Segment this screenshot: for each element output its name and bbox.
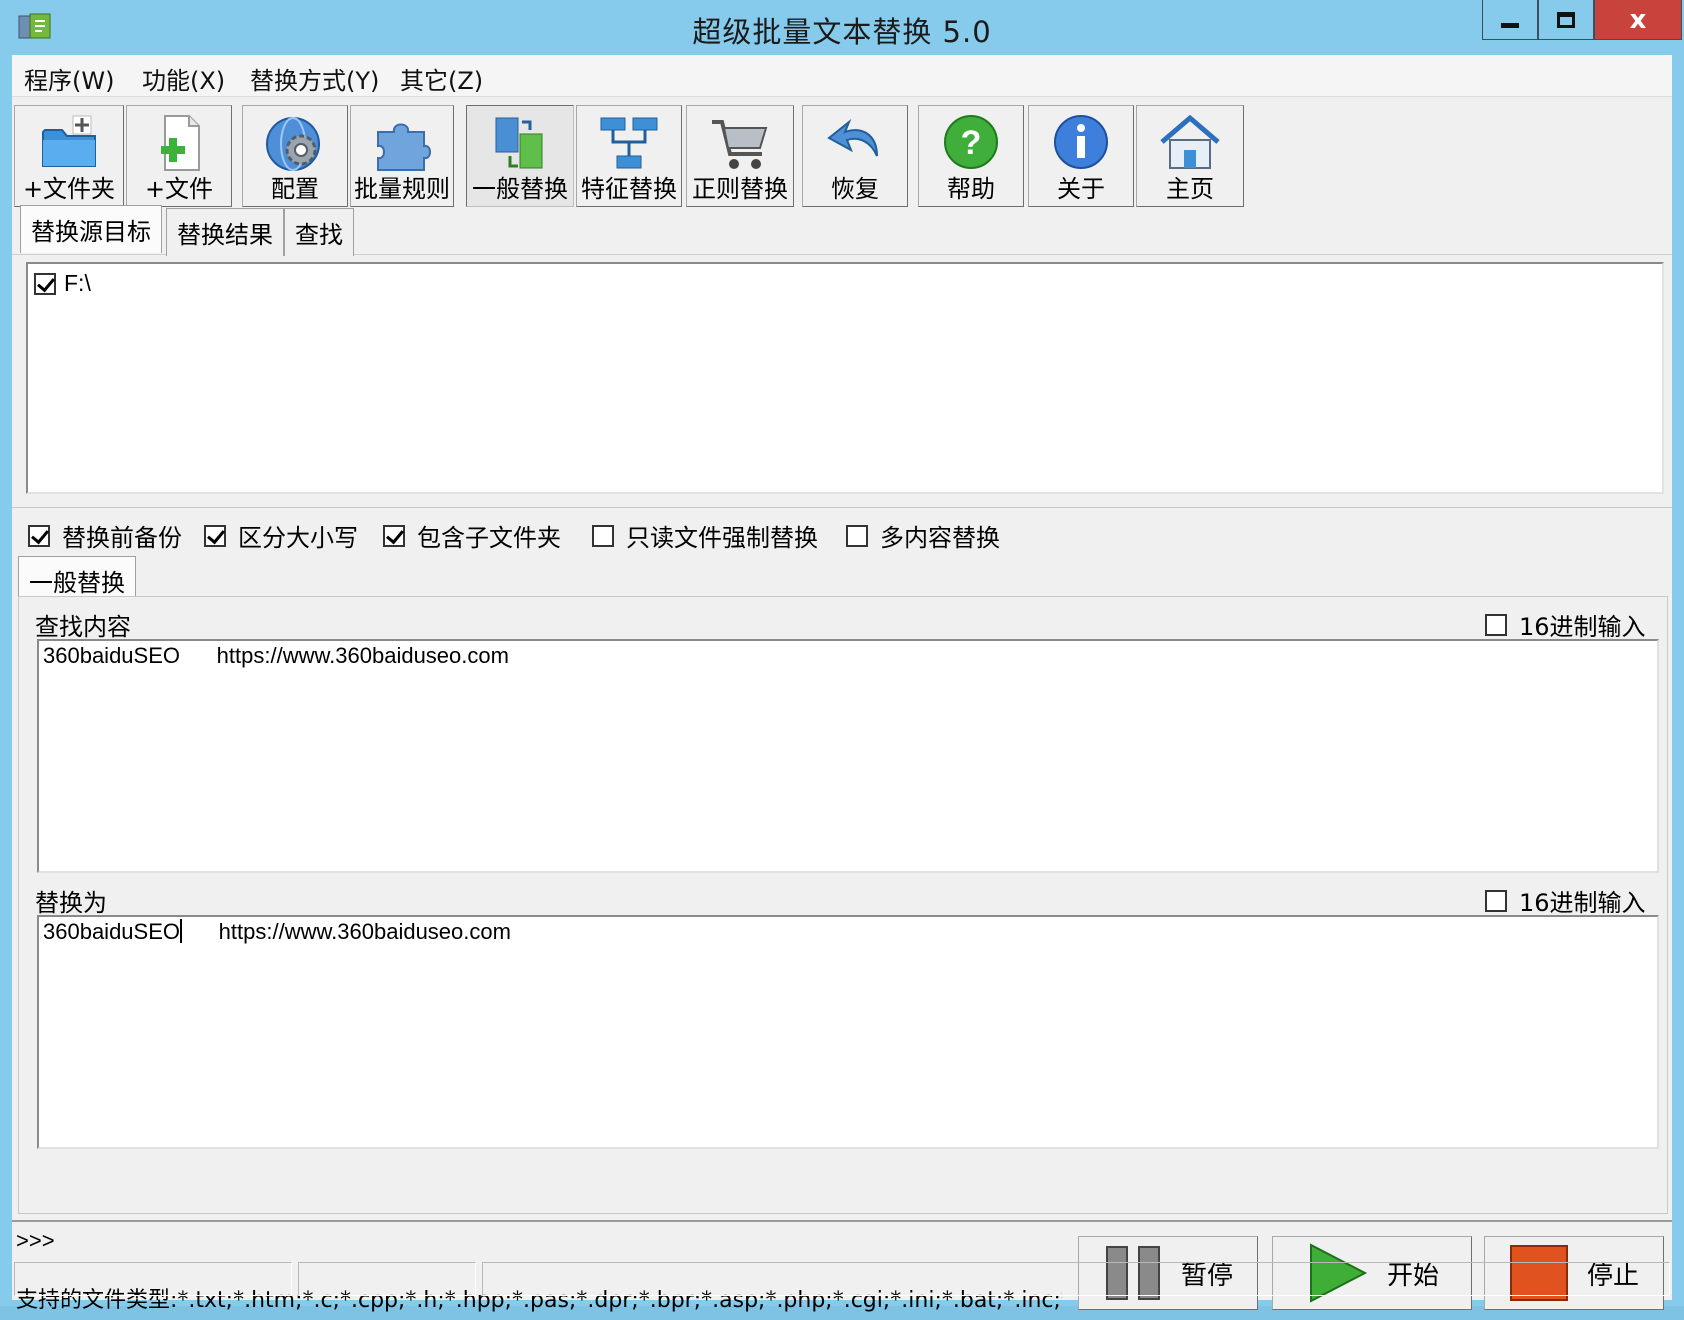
close-button[interactable]: x: [1594, 0, 1682, 40]
folder-add-icon: [42, 115, 96, 167]
file-add-icon: [161, 115, 200, 171]
replace-input[interactable]: 360baiduSEO https://www.360baiduseo.com: [37, 915, 1659, 1149]
tab-source-target[interactable]: 替换源目标: [20, 205, 162, 253]
tab-replace-result[interactable]: 替换结果: [166, 208, 284, 256]
normal-replace-button[interactable]: 一般替换: [466, 105, 574, 207]
status-cell-2: [298, 1262, 476, 1296]
find-hex-option[interactable]: 16进制输入: [1485, 607, 1646, 642]
menu-other[interactable]: 其它(Z): [396, 61, 487, 96]
case-label: 区分大小写: [238, 524, 358, 552]
home-button[interactable]: 主页: [1136, 105, 1244, 207]
status-bar: [12, 1262, 1672, 1300]
minimize-button[interactable]: [1482, 0, 1538, 40]
window-title: 超级批量文本替换 5.0: [692, 15, 992, 49]
config-button[interactable]: 配置: [242, 105, 348, 207]
swap-docs-icon: [495, 117, 543, 169]
menu-function[interactable]: 功能(X): [138, 61, 229, 96]
backup-checkbox[interactable]: [28, 524, 50, 547]
about-button[interactable]: 关于: [1028, 105, 1134, 207]
subfolders-label: 包含子文件夹: [417, 524, 561, 552]
replace-hex-option[interactable]: 16进制输入: [1485, 883, 1646, 918]
multi-label: 多内容替换: [880, 524, 1000, 552]
menu-program[interactable]: 程序(W): [20, 61, 118, 96]
find-label: 查找内容: [35, 613, 131, 641]
maximize-button[interactable]: [1538, 0, 1594, 40]
home-label: 主页: [1166, 175, 1214, 203]
info-icon: [1054, 115, 1108, 169]
menu-replace-mode[interactable]: 替换方式(Y): [246, 61, 383, 96]
about-label: 关于: [1057, 175, 1105, 203]
maximize-icon: [1557, 11, 1575, 28]
tab-search[interactable]: 查找: [284, 208, 354, 256]
config-label: 配置: [271, 175, 319, 203]
option-force-readonly[interactable]: 只读文件强制替换: [592, 518, 818, 553]
add-file-button[interactable]: +文件: [126, 105, 232, 207]
batch-rules-label: 批量规则: [354, 175, 450, 203]
title-bar[interactable]: 超级批量文本替换 5.0 x: [0, 0, 1684, 55]
backup-label: 替换前备份: [62, 524, 182, 552]
feature-replace-button[interactable]: 特征替换: [576, 105, 682, 207]
find-hex-checkbox[interactable]: [1485, 613, 1507, 636]
option-multi-content[interactable]: 多内容替换: [846, 518, 1000, 553]
batch-rules-button[interactable]: 批量规则: [350, 105, 454, 207]
regex-replace-label: 正则替换: [692, 175, 788, 203]
feature-replace-label: 特征替换: [581, 175, 677, 203]
close-icon: x: [1629, 4, 1647, 35]
replace-hex-checkbox[interactable]: [1485, 889, 1507, 912]
option-subfolders[interactable]: 包含子文件夹: [383, 518, 561, 553]
client-area: 程序(W) 功能(X) 替换方式(Y) 其它(Z) +文件夹 +文件 配置 批量…: [12, 55, 1672, 1313]
readonly-checkbox[interactable]: [592, 524, 614, 547]
help-label: 帮助: [947, 175, 995, 203]
help-icon: ?: [944, 115, 998, 169]
source-item-path: F:\: [64, 270, 91, 296]
add-folder-button[interactable]: +文件夹: [14, 105, 124, 207]
network-icon: [600, 117, 658, 169]
add-file-label: +文件: [144, 175, 214, 203]
normal-replace-label: 一般替换: [472, 175, 568, 203]
find-input[interactable]: 360baiduSEO https://www.360baiduseo.com: [37, 639, 1659, 873]
readonly-label: 只读文件强制替换: [626, 524, 818, 552]
status-cell-3: [482, 1262, 1670, 1296]
help-button[interactable]: ? 帮助: [918, 105, 1024, 207]
source-item-checkbox[interactable]: [34, 272, 56, 295]
source-list[interactable]: F:\: [26, 262, 1664, 494]
subfolders-checkbox[interactable]: [383, 524, 405, 547]
option-backup[interactable]: 替换前备份: [28, 518, 182, 553]
restore-button[interactable]: 恢复: [802, 105, 908, 207]
text-caret: [180, 919, 182, 943]
app-window: 超级批量文本替换 5.0 x 程序(W) 功能(X) 替换方式(Y) 其它(Z)…: [0, 0, 1684, 1313]
log-prompt: >>>: [16, 1228, 55, 1253]
options-row: 替换前备份 区分大小写 包含子文件夹 只读文件强制替换 多内容替换: [12, 507, 1672, 567]
replace-input-text: 360baiduSEO https://www.360baiduseo.com: [43, 919, 511, 944]
add-folder-label: +文件夹: [22, 175, 116, 203]
case-checkbox[interactable]: [204, 524, 226, 547]
home-icon: [1160, 114, 1220, 169]
status-cell-1: [14, 1262, 292, 1296]
gear-globe-icon: [266, 117, 320, 171]
undo-arrow-icon: [827, 118, 878, 157]
regex-replace-button[interactable]: 正则替换: [686, 105, 794, 207]
replace-hex-label: 16进制输入: [1519, 889, 1646, 917]
svg-text:?: ?: [961, 124, 982, 162]
restore-label: 恢复: [831, 175, 879, 203]
menu-bar: 程序(W) 功能(X) 替换方式(Y) 其它(Z): [12, 55, 1672, 97]
cart-icon: [712, 120, 768, 169]
puzzle-icon: [377, 123, 431, 171]
replace-panel: 查找内容 16进制输入 360baiduSEO https://www.360b…: [18, 596, 1668, 1214]
list-item[interactable]: F:\: [34, 270, 91, 297]
option-case-sensitive[interactable]: 区分大小写: [204, 518, 358, 553]
replace-label: 替换为: [35, 889, 107, 917]
minimize-icon: [1501, 23, 1519, 28]
find-hex-label: 16进制输入: [1519, 613, 1646, 641]
multi-checkbox[interactable]: [846, 524, 868, 547]
